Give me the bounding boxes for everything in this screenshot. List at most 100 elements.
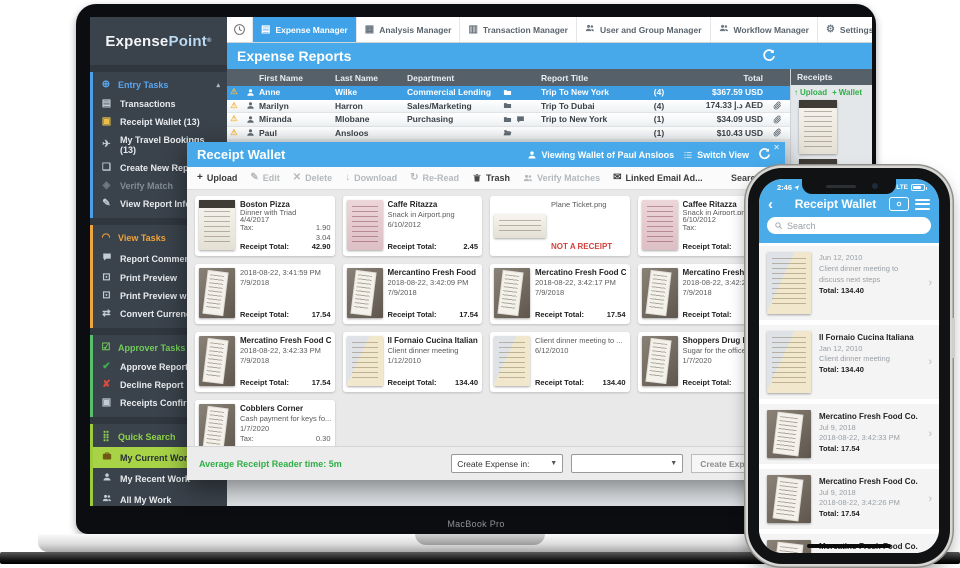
download-button[interactable]: ↓ Download xyxy=(345,173,397,184)
clock-button[interactable] xyxy=(227,17,253,42)
phone-search-bar[interactable] xyxy=(767,217,931,234)
receipt-card[interactable]: Mercatino Fresh Food Co. 2018-08-22, 3:4… xyxy=(490,264,630,324)
workflow-icon xyxy=(719,23,729,36)
camera-icon xyxy=(896,201,902,207)
sidebar-section-header-entry-tasks[interactable]: ⊕ Entry Tasks ▴ xyxy=(93,75,227,95)
receipt-card[interactable]: Caffe Ritazza Snack in Airport.png 6/10/… xyxy=(342,196,482,256)
scene: MacBook Pro Expense Point ® ⊕ Entry Tasks … xyxy=(0,0,960,568)
upload-button[interactable]: + Upload xyxy=(197,173,237,184)
tab-workflow-manager[interactable]: Workflow Manager xyxy=(711,17,818,42)
phone-receipt-item[interactable]: Mercatino Fresh Food Co. Jul 9, 2018 201… xyxy=(759,469,939,529)
pencil-icon: ✎ xyxy=(102,198,111,209)
receipt-card[interactable]: Cobblers Corner Cash payment for keys fo… xyxy=(195,400,335,446)
reread-icon: ↻ xyxy=(410,172,419,183)
receipt-card-not-a-receipt[interactable]: Plane Ticket.png NOT A RECEIPT xyxy=(490,196,630,256)
col-total[interactable]: Total xyxy=(673,73,767,83)
receipt-image xyxy=(641,268,678,318)
wallet-link[interactable]: + Wallet xyxy=(832,88,862,97)
folder-icon xyxy=(503,88,512,97)
col-last-name[interactable]: Last Name xyxy=(335,73,407,83)
folder-open-icon xyxy=(503,128,512,137)
verify-matches-button[interactable]: Verify Matches xyxy=(523,173,600,183)
linked-email-button[interactable]: ✉ Linked Email Ad... xyxy=(613,172,703,184)
location-arrow-icon: ➤ xyxy=(793,183,802,192)
check-icon: ✔ xyxy=(102,361,111,372)
warning-icon: ⚠ xyxy=(230,114,238,124)
receipt-card[interactable]: Boston Pizza Dinner with Triad 4/4/2017 … xyxy=(195,196,335,256)
camera-button[interactable] xyxy=(889,197,909,211)
tab-user-group-manager[interactable]: User and Group Manager xyxy=(577,17,711,42)
phone-receipt-list: Jun 12, 2010 Client dinner meeting to di… xyxy=(759,243,939,553)
phone-search-input[interactable] xyxy=(787,220,924,231)
sidebar-item-all-my-work[interactable]: All My Work xyxy=(93,489,227,506)
phone-receipt-item[interactable]: Jun 12, 2010 Client dinner meeting to di… xyxy=(759,246,939,320)
printer-icon: ⊡ xyxy=(102,290,111,301)
phone-receipt-item[interactable]: Mercatino Fresh Food Co. Jul 9, 2018 201… xyxy=(759,404,939,464)
receipt-image xyxy=(199,404,235,446)
home-indicator[interactable] xyxy=(807,544,891,548)
delete-button[interactable]: ✕ Delete xyxy=(293,173,332,184)
trash-button[interactable]: Trash xyxy=(472,173,510,183)
col-department[interactable]: Department xyxy=(407,73,499,83)
table-row[interactable]: ⚠ Paul Ansloos (1) $10.43 USD xyxy=(227,126,790,140)
modal-header: Receipt Wallet Viewing Wallet of Paul An… xyxy=(187,142,785,167)
refresh-button[interactable] xyxy=(761,48,776,63)
table-row[interactable]: ⚠ Marilyn Harron Sales/Marketing Trip To… xyxy=(227,99,790,113)
warning-icon: ⚠ xyxy=(230,87,238,97)
person-icon xyxy=(100,472,113,485)
reread-button[interactable]: ↻ Re-Read xyxy=(410,172,459,184)
create-expense-in-select[interactable]: Create Expense in: ▼ xyxy=(451,454,564,473)
receipt-image xyxy=(767,475,811,523)
section-label: Quick Search xyxy=(118,431,176,442)
tab-expense-manager[interactable]: ▤ Expense Manager xyxy=(253,17,357,42)
person-icon xyxy=(241,88,259,97)
table-row[interactable]: ⚠ Miranda Mlobane Purchasing Trip to New… xyxy=(227,113,790,127)
col-report-title[interactable]: Report Title xyxy=(541,73,645,83)
pencil-icon: ✎ xyxy=(250,172,259,183)
tab-transaction-manager[interactable]: ▥ Transaction Manager xyxy=(460,17,577,42)
upload-link[interactable]: ↑ Upload xyxy=(794,88,827,97)
envelope-icon: ✉ xyxy=(613,172,622,183)
gear-icon: ⚙ xyxy=(825,23,835,35)
section-label: Approver Tasks xyxy=(118,342,186,353)
person-icon xyxy=(528,150,536,159)
receipt-image xyxy=(767,410,811,458)
people-icon xyxy=(100,493,113,506)
modal-toolbar: + Upload ✎ Edit ✕ Delete ↓ Download ↻ Re… xyxy=(187,167,785,190)
receipt-image xyxy=(346,336,383,386)
paperclip-icon xyxy=(767,88,788,97)
people-icon xyxy=(523,174,533,182)
chevron-right-icon: › xyxy=(928,277,932,289)
analysis-icon: ▦ xyxy=(364,23,375,35)
back-chevron-icon[interactable]: ‹ xyxy=(768,197,782,212)
col-first-name[interactable]: First Name xyxy=(259,73,335,83)
paperclip-icon xyxy=(767,101,788,110)
receipt-card[interactable]: Mercatino Fresh Food Co. 2018-08-22, 3:4… xyxy=(195,332,335,392)
tab-settings-manager[interactable]: ⚙ Settings Manager xyxy=(818,17,872,42)
receipt-image xyxy=(641,200,678,250)
receipt-thumbnail[interactable] xyxy=(799,100,837,154)
sidebar-item-receipt-wallet[interactable]: ▣ Receipt Wallet (13) xyxy=(93,113,227,131)
report-select[interactable]: ▼ xyxy=(571,454,684,473)
receipt-card-grid: Boston Pizza Dinner with Triad 4/4/2017 … xyxy=(187,190,785,446)
modal-refresh-button[interactable] xyxy=(757,147,771,166)
transaction-icon: ▥ xyxy=(468,23,478,35)
receipt-card[interactable]: Il Fornaio Cucina Italiana Client dinner… xyxy=(342,332,482,392)
phone-receipt-item[interactable]: Il Fornaio Cucina Italiana Jan 12, 2010 … xyxy=(759,325,939,399)
exchange-icon: ⇄ xyxy=(102,308,111,319)
warning-icon: ⚠ xyxy=(230,127,238,137)
receipt-card[interactable]: Client dinner meeting to ... 6/12/2010 R… xyxy=(490,332,630,392)
edit-button[interactable]: ✎ Edit xyxy=(250,172,279,184)
switch-view-button[interactable]: Switch View xyxy=(683,150,749,160)
plane-icon: ✈ xyxy=(102,139,111,150)
receipt-image xyxy=(494,214,546,238)
receipt-card[interactable]: Mercantino Fresh Food ... 2018-08-22, 3:… xyxy=(342,264,482,324)
receipt-card[interactable]: 2018-08-22, 3:41:59 PM 7/9/2018 Receipt … xyxy=(195,264,335,324)
table-row[interactable]: ⚠ Anne Wilke Commercial Lending Trip To … xyxy=(227,86,790,100)
viewing-wallet-label: Viewing Wallet of Paul Ansloos xyxy=(527,150,674,160)
sidebar-item-transactions[interactable]: ▤ Transactions xyxy=(93,95,227,113)
close-icon[interactable]: ✕ xyxy=(773,143,780,152)
chevron-down-icon: ▼ xyxy=(670,460,678,467)
tab-analysis-manager[interactable]: ▦ Analysis Manager xyxy=(357,17,461,42)
hamburger-menu-icon[interactable] xyxy=(915,198,930,210)
